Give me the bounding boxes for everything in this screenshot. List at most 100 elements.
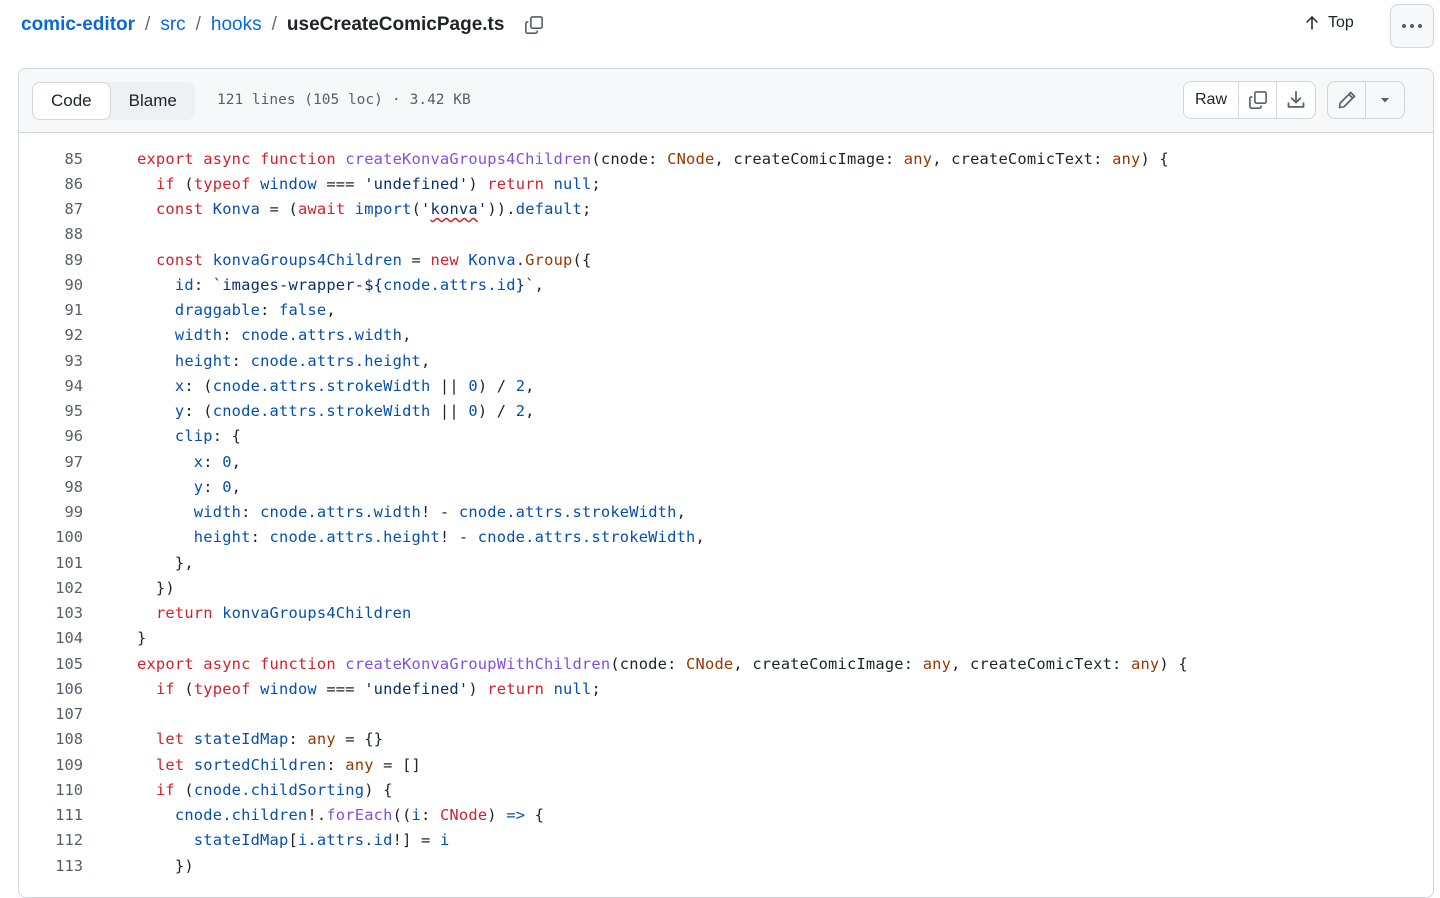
line-number[interactable]: 107 bbox=[19, 705, 83, 723]
code-content: return konvaGroups4Children bbox=[155, 604, 412, 623]
line-count: 121 lines (105 loc) bbox=[217, 92, 383, 108]
code-line: 108 let stateIdMap: any = {} bbox=[19, 727, 1433, 752]
code-content: let stateIdMap: any = {} bbox=[155, 730, 384, 749]
code-line: 100 height: cnode.attrs.height! - cnode.… bbox=[19, 525, 1433, 550]
code-content: let sortedChildren: any = [] bbox=[155, 755, 422, 774]
code-content: } bbox=[137, 629, 147, 648]
line-number[interactable]: 88 bbox=[19, 225, 83, 243]
line-number[interactable]: 100 bbox=[19, 528, 83, 546]
line-number[interactable]: 103 bbox=[19, 604, 83, 622]
line-number[interactable]: 112 bbox=[19, 831, 83, 849]
view-mode-switch: Code Blame bbox=[32, 82, 195, 120]
breadcrumb-separator: / bbox=[195, 14, 201, 35]
top-link[interactable]: Top bbox=[1304, 14, 1354, 32]
code-content: height: cnode.attrs.height! - cnode.attr… bbox=[193, 528, 705, 547]
code-content bbox=[137, 225, 146, 243]
line-number[interactable]: 95 bbox=[19, 402, 83, 420]
code-content: width: cnode.attrs.width, bbox=[174, 326, 412, 345]
file-size: 3.42 KB bbox=[409, 92, 471, 108]
code-line: 93 height: cnode.attrs.height, bbox=[19, 348, 1433, 373]
line-number[interactable]: 93 bbox=[19, 352, 83, 370]
copy-icon bbox=[1248, 91, 1267, 109]
code-content: export async function createKonvaGroups4… bbox=[137, 149, 1169, 168]
line-number[interactable]: 101 bbox=[19, 554, 83, 572]
code-line: 85 export async function createKonvaGrou… bbox=[19, 146, 1433, 171]
line-number[interactable]: 109 bbox=[19, 756, 83, 774]
code-line: 91 draggable: false, bbox=[19, 298, 1433, 323]
code-line: 111 cnode.children!.forEach((i: CNode) =… bbox=[19, 803, 1433, 828]
code-content: draggable: false, bbox=[174, 301, 336, 320]
copy-icon bbox=[525, 16, 544, 34]
code-line: 96 clip: { bbox=[19, 424, 1433, 449]
line-number[interactable]: 94 bbox=[19, 377, 83, 395]
line-number[interactable]: 108 bbox=[19, 730, 83, 748]
meta-separator: · bbox=[391, 92, 401, 108]
breadcrumb-repo-link[interactable]: comic-editor bbox=[21, 14, 135, 36]
code-line: 86 if (typeof window === 'undefined') re… bbox=[19, 171, 1433, 196]
line-number[interactable]: 85 bbox=[19, 150, 83, 168]
code-line: 107 bbox=[19, 702, 1433, 727]
edit-options-dropdown[interactable] bbox=[1366, 82, 1404, 118]
code-content: x: (cnode.attrs.strokeWidth || 0) / 2, bbox=[174, 376, 535, 395]
more-options-button[interactable] bbox=[1390, 4, 1434, 48]
line-number[interactable]: 91 bbox=[19, 301, 83, 319]
code-line: 87 const Konva = (await import('konva'))… bbox=[19, 197, 1433, 222]
line-number[interactable]: 104 bbox=[19, 629, 83, 647]
line-number[interactable]: 98 bbox=[19, 478, 83, 496]
code-line: 112 stateIdMap[i.attrs.id!] = i bbox=[19, 828, 1433, 853]
code-line: 105 export async function createKonvaGro… bbox=[19, 651, 1433, 676]
pencil-icon bbox=[1338, 91, 1355, 109]
code-content: }, bbox=[137, 553, 194, 572]
code-line: 113 }) bbox=[19, 853, 1433, 878]
code-content: if (typeof window === 'undefined') retur… bbox=[155, 679, 601, 698]
line-number[interactable]: 92 bbox=[19, 326, 83, 344]
code-line: 97 x: 0, bbox=[19, 449, 1433, 474]
code-line: 109 let sortedChildren: any = [] bbox=[19, 752, 1433, 777]
edit-file-button[interactable] bbox=[1328, 82, 1366, 118]
code-content: id: `images-wrapper-${cnode.attrs.id}`, bbox=[174, 275, 545, 294]
kebab-horizontal-icon bbox=[1402, 24, 1422, 28]
line-number[interactable]: 102 bbox=[19, 579, 83, 597]
raw-button[interactable]: Raw bbox=[1184, 82, 1240, 118]
copy-raw-button[interactable] bbox=[1239, 82, 1278, 118]
code-viewer-toolbar: Code Blame 121 lines (105 loc) · 3.42 KB… bbox=[19, 69, 1433, 133]
tab-code[interactable]: Code bbox=[32, 82, 111, 120]
code-line: 98 y: 0, bbox=[19, 474, 1433, 499]
line-number[interactable]: 106 bbox=[19, 680, 83, 698]
line-number[interactable]: 89 bbox=[19, 251, 83, 269]
code-line: 99 width: cnode.attrs.width! - cnode.att… bbox=[19, 500, 1433, 525]
line-number[interactable]: 111 bbox=[19, 806, 83, 824]
code-content: clip: { bbox=[174, 427, 242, 446]
line-number[interactable]: 99 bbox=[19, 503, 83, 521]
code-content: y: (cnode.attrs.strokeWidth || 0) / 2, bbox=[174, 402, 535, 421]
code-content: }) bbox=[137, 578, 175, 597]
download-icon bbox=[1287, 91, 1305, 108]
breadcrumb-src-link[interactable]: src bbox=[160, 14, 185, 36]
code-line: 89 const konvaGroups4Children = new Konv… bbox=[19, 247, 1433, 272]
line-number[interactable]: 86 bbox=[19, 175, 83, 193]
code-content: export async function createKonvaGroupWi… bbox=[137, 654, 1188, 673]
line-number[interactable]: 105 bbox=[19, 655, 83, 673]
line-number[interactable]: 90 bbox=[19, 276, 83, 294]
code-line: 90 id: `images-wrapper-${cnode.attrs.id}… bbox=[19, 272, 1433, 297]
download-raw-button[interactable] bbox=[1277, 82, 1315, 118]
copy-path-button[interactable] bbox=[522, 13, 546, 37]
breadcrumb-separator: / bbox=[145, 14, 151, 35]
code-content: const Konva = (await import('konva')).de… bbox=[155, 200, 592, 219]
code-content: if (cnode.childSorting) { bbox=[155, 780, 393, 799]
line-number[interactable]: 96 bbox=[19, 427, 83, 445]
line-number[interactable]: 113 bbox=[19, 857, 83, 875]
line-number[interactable]: 110 bbox=[19, 781, 83, 799]
breadcrumb: comic-editor / src / hooks / useCreateCo… bbox=[21, 13, 546, 37]
code-content: const konvaGroups4Children = new Konva.G… bbox=[155, 250, 592, 269]
code-line: 102 }) bbox=[19, 575, 1433, 600]
tab-blame[interactable]: Blame bbox=[111, 82, 195, 120]
line-number[interactable]: 97 bbox=[19, 453, 83, 471]
code-content bbox=[137, 705, 146, 723]
triangle-down-icon bbox=[1381, 98, 1389, 103]
line-number[interactable]: 87 bbox=[19, 200, 83, 218]
breadcrumb-hooks-link[interactable]: hooks bbox=[211, 14, 262, 36]
file-meta: 121 lines (105 loc) · 3.42 KB bbox=[217, 92, 471, 108]
code-line: 104 } bbox=[19, 626, 1433, 651]
code-line: 94 x: (cnode.attrs.strokeWidth || 0) / 2… bbox=[19, 373, 1433, 398]
